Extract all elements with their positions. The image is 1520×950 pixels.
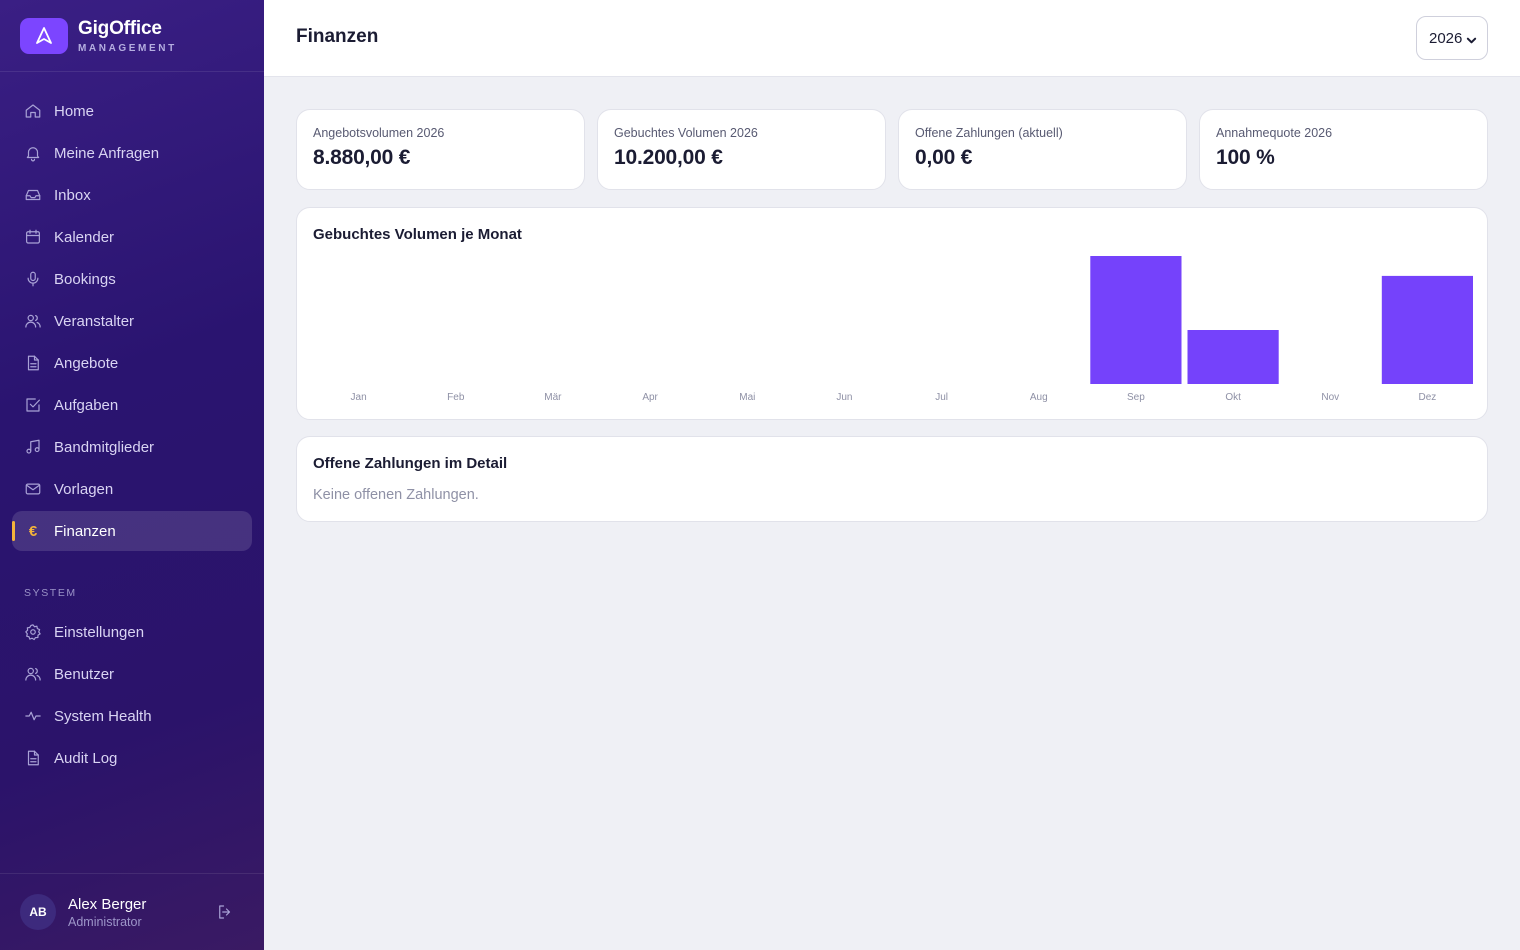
kpi-value: 8.880,00 € <box>313 146 411 169</box>
euro-icon: € <box>28 522 38 540</box>
sidebar-item-label: Meine Anfragen <box>54 144 160 162</box>
sidebar-item-meine-anfragen[interactable]: Meine Anfragen <box>12 133 252 173</box>
bar-sep[interactable] <box>1090 256 1182 384</box>
calendar-icon <box>26 229 40 244</box>
monthly-volume-chart: Jan Feb Mär Apr Mai Jun Jul Aug Sep Okt Nov Dez <box>351 256 1473 403</box>
tick-label-nov: Nov <box>1321 392 1339 403</box>
tick-label-mär: Mär <box>544 392 562 403</box>
brand-name: GigOffice <box>78 17 162 39</box>
sidebar-item-label: Home <box>54 102 95 120</box>
sidebar-item-label: Audit Log <box>54 749 118 767</box>
chart-title: Gebuchtes Volumen je Monat <box>313 226 522 243</box>
users-icon <box>25 314 41 328</box>
tick-label-jan: Jan <box>351 392 367 403</box>
kpi-card-offene-zahlungen: Offene Zahlungen (aktuell) 0,00 € <box>898 109 1187 190</box>
logout-icon <box>219 905 231 919</box>
kpi-value: 0,00 € <box>915 146 973 169</box>
sidebar-item-bandmitglieder[interactable]: Bandmitglieder <box>12 427 252 467</box>
year-select-value: 2026 <box>1429 29 1463 47</box>
section-label-system: SYSTEM <box>24 587 77 599</box>
sidebar-item-system-health[interactable]: System Health <box>12 696 252 736</box>
sidebar-item-label: Inbox <box>54 186 91 204</box>
tick-label-okt: Okt <box>1225 392 1241 403</box>
sidebar-item-label: Benutzer <box>54 665 115 683</box>
logout-button[interactable] <box>216 903 234 921</box>
main-nav: Home Meine Anfragen Inbox Kalender Booki… <box>12 91 252 553</box>
bell-icon <box>26 147 40 162</box>
sidebar-item-veranstalter[interactable]: Veranstalter <box>12 301 252 341</box>
logo-icon <box>20 17 68 54</box>
sidebar-item-label: Kalender <box>54 228 115 246</box>
kpi-label: Gebuchtes Volumen 2026 <box>614 126 758 140</box>
document-icon <box>27 750 39 766</box>
sidebar: GigOffice MANAGEMENT Home Meine Anfragen… <box>0 0 264 950</box>
bar-okt[interactable] <box>1187 330 1279 384</box>
tick-label-sep: Sep <box>1127 392 1145 403</box>
user-name: Alex Berger <box>68 895 147 913</box>
mail-icon <box>25 483 41 495</box>
inbox-icon <box>25 189 41 201</box>
brand[interactable]: GigOffice MANAGEMENT <box>0 0 264 72</box>
user-profile: AB Alex Berger Administrator <box>0 873 264 950</box>
bar-dez[interactable] <box>1381 275 1473 384</box>
kpi-label: Annahmequote 2026 <box>1216 126 1333 140</box>
tick-label-feb: Feb <box>447 392 465 403</box>
kpi-card-gebuchtes-volumen: Gebuchtes Volumen 2026 10.200,00 € <box>597 109 886 190</box>
sidebar-item-aufgaben[interactable]: Aufgaben <box>12 385 252 425</box>
sidebar-item-label: Angebote <box>54 354 119 372</box>
sidebar-item-benutzer[interactable]: Benutzer <box>12 654 252 694</box>
kpi-card-annahmequote: Annahmequote 2026 100 % <box>1199 109 1488 190</box>
user-role: Administrator <box>68 914 142 929</box>
sidebar-item-vorlagen[interactable]: Vorlagen <box>12 469 252 509</box>
kpi-value: 10.200,00 € <box>614 146 723 169</box>
sidebar-item-label: System Health <box>54 707 152 725</box>
brand-subtitle: MANAGEMENT <box>78 42 177 54</box>
kpi-label: Angebotsvolumen 2026 <box>313 126 445 140</box>
document-icon <box>27 355 39 371</box>
gear-icon <box>25 624 41 641</box>
kpi-label: Offene Zahlungen (aktuell) <box>915 126 1063 140</box>
users-icon <box>25 667 41 681</box>
kpi-card-angebotsvolumen: Angebotsvolumen 2026 8.880,00 € <box>296 109 585 190</box>
sidebar-item-label: Vorlagen <box>54 480 114 498</box>
microphone-icon <box>27 271 39 287</box>
sidebar-item-label: Aufgaben <box>54 396 119 414</box>
sidebar-item-label: Veranstalter <box>54 312 135 330</box>
music-note-icon <box>26 439 40 454</box>
chevron-down-icon <box>1466 33 1477 44</box>
sidebar-item-angebote[interactable]: Angebote <box>12 343 252 383</box>
page-title: Finanzen <box>296 26 379 47</box>
sidebar-item-home[interactable]: Home <box>12 91 252 131</box>
tick-label-dez: Dez <box>1419 392 1437 403</box>
sidebar-item-label: Einstellungen <box>54 623 145 641</box>
open-payments-card: Offene Zahlungen im Detail Keine offenen… <box>296 436 1488 522</box>
page-header: Finanzen 2026 <box>264 0 1520 77</box>
chart-card-monthly-volume: Gebuchtes Volumen je Monat Jan Feb Mär Apr M… <box>296 207 1488 420</box>
activity-icon <box>25 711 41 721</box>
tick-label-jul: Jul <box>935 392 948 403</box>
sidebar-item-audit-log[interactable]: Audit Log <box>12 738 252 778</box>
avatar[interactable]: AB <box>20 894 56 930</box>
sidebar-item-bookings[interactable]: Bookings <box>12 259 252 299</box>
sidebar-item-inbox[interactable]: Inbox <box>12 175 252 215</box>
tick-label-mai: Mai <box>739 392 755 403</box>
home-icon <box>25 104 41 118</box>
sidebar-item-label: Finanzen <box>54 522 116 540</box>
empty-state-text: Keine offenen Zahlungen. <box>313 487 479 503</box>
checkbox-icon <box>26 398 40 412</box>
sidebar-item-label: Bandmitglieder <box>54 438 155 456</box>
sidebar-item-kalender[interactable]: Kalender <box>12 217 252 257</box>
sidebar-item-label: Bookings <box>54 270 116 288</box>
tick-label-apr: Apr <box>642 392 658 403</box>
year-select[interactable]: 2026 <box>1416 16 1488 60</box>
system-nav: Einstellungen Benutzer System Health Aud… <box>12 612 252 780</box>
sidebar-item-finanzen[interactable]: € Finanzen <box>12 511 252 551</box>
kpi-value: 100 % <box>1216 146 1275 169</box>
sidebar-item-einstellungen[interactable]: Einstellungen <box>12 612 252 652</box>
tick-label-jun: Jun <box>836 392 852 403</box>
open-payments-title: Offene Zahlungen im Detail <box>313 455 508 472</box>
tick-label-aug: Aug <box>1030 392 1048 403</box>
